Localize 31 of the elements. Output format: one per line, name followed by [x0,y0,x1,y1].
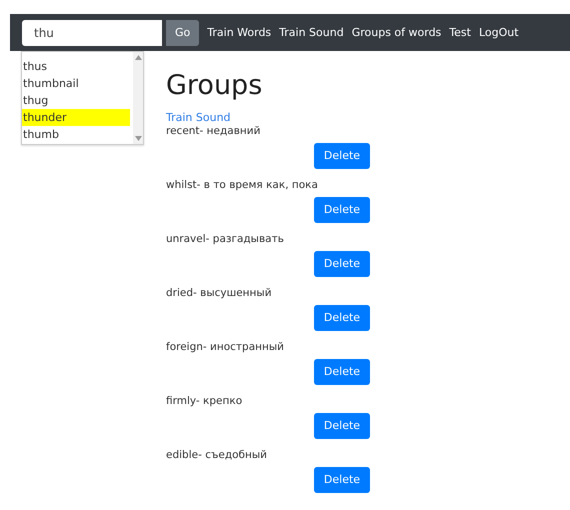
delete-button[interactable]: Delete [314,196,370,223]
delete-button[interactable]: Delete [314,412,370,439]
word-translation: whilst- в то время как, пока [166,178,319,191]
word-translation: firmly- крепко [166,394,244,407]
delete-button[interactable]: Delete [314,466,370,493]
nav-link[interactable]: Train Words [207,26,272,39]
nav-link[interactable]: Groups of words [352,26,442,39]
scroll-bar[interactable] [133,52,143,144]
suggestion-item[interactable]: thus [22,58,130,75]
scroll-up-icon[interactable] [134,55,142,60]
word-translation: dried- высушенный [166,286,273,299]
nav-link[interactable]: LogOut [478,26,519,39]
nav-link[interactable]: Train Sound [279,26,344,39]
suggestion-item[interactable]: thunder [22,109,130,126]
page-heading: Groups [166,71,264,101]
word-translation: unravel- разгадывать [166,232,285,245]
delete-button[interactable]: Delete [314,250,370,277]
delete-button[interactable]: Delete [314,358,370,385]
word-translation: recent- недавний [166,124,262,137]
word-translation: edible- съедобный [166,448,268,461]
suggestion-item[interactable]: thumb [22,126,130,143]
delete-button[interactable]: Delete [314,304,370,331]
suggestion-item[interactable]: thumbnail [22,75,130,92]
scroll-down-icon[interactable] [134,136,142,141]
word-translation: foreign- иностранный [166,340,285,353]
go-button[interactable]: Go [166,20,200,46]
search-field[interactable]: thu [22,20,162,46]
suggestion-item[interactable]: thug [22,92,130,109]
nav-link[interactable]: Test [449,26,471,39]
delete-button[interactable]: Delete [314,142,370,169]
train-sound-link[interactable]: Train Sound [166,110,370,124]
